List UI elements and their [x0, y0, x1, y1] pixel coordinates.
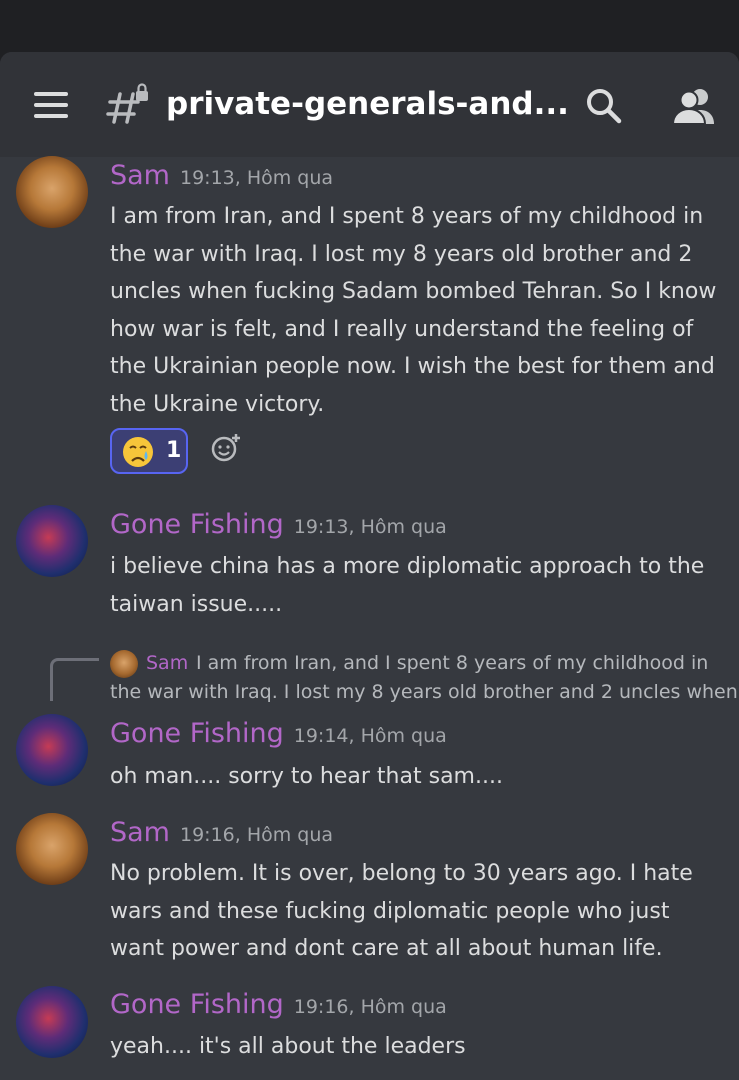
avatar[interactable] — [16, 986, 88, 1058]
message-body: No problem. It is over, belong to 30 yea… — [110, 861, 693, 961]
chat-window: private-generals-and... Sam 19:13, Hôm qu… — [0, 52, 739, 1080]
message-author[interactable]: Sam 19:13, Hôm qua — [110, 160, 333, 191]
avatar[interactable] — [16, 813, 88, 885]
message-body: I am from Iran, and I spent 8 years of m… — [110, 204, 717, 417]
message-timestamp: 19:14, Hôm qua — [293, 725, 447, 747]
avatar[interactable] — [16, 505, 88, 577]
message-author[interactable]: Gone Fishing 19:14, Hôm qua — [110, 718, 447, 749]
reply-avatar[interactable] — [110, 650, 138, 678]
reply-preview[interactable]: the war with Iraq. I lost my 8 years old… — [110, 681, 738, 703]
message-author[interactable]: Gone Fishing 19:13, Hôm qua — [110, 509, 447, 540]
search-icon[interactable] — [584, 86, 624, 126]
status-bar — [0, 0, 739, 52]
reaction-chip[interactable]: 1 — [110, 428, 188, 474]
channel-header: private-generals-and... — [0, 52, 739, 157]
message-timestamp: 19:13, Hôm qua — [293, 516, 447, 538]
message-body: i believe china has a more diplomatic ap… — [110, 554, 705, 617]
channel-name[interactable]: private-generals-and... — [166, 86, 569, 122]
crying-face-icon — [123, 437, 153, 467]
members-icon[interactable] — [672, 86, 716, 126]
text-channel-lock-icon — [106, 83, 148, 124]
message-author[interactable]: Gone Fishing 19:16, Hôm qua — [110, 989, 447, 1020]
avatar[interactable] — [16, 156, 88, 228]
message-timestamp: 19:16, Hôm qua — [293, 996, 447, 1018]
add-reaction-icon[interactable] — [210, 432, 242, 464]
avatar[interactable] — [16, 714, 88, 786]
reaction-count: 1 — [166, 438, 182, 463]
message-timestamp: 19:13, Hôm qua — [180, 167, 334, 189]
hamburger-menu-icon[interactable] — [34, 92, 72, 118]
message-author[interactable]: Sam 19:16, Hôm qua — [110, 817, 333, 848]
message-body: yeah.... it's all about the leaders — [110, 1034, 466, 1059]
message-body: oh man.... sorry to hear that sam.... — [110, 764, 503, 789]
reply-connector — [50, 658, 99, 701]
message-timestamp: 19:16, Hôm qua — [180, 824, 334, 846]
reply-preview[interactable]: I am from Iran, and I spent 8 years of m… — [196, 652, 708, 674]
reply-author[interactable]: Sam — [146, 652, 188, 674]
